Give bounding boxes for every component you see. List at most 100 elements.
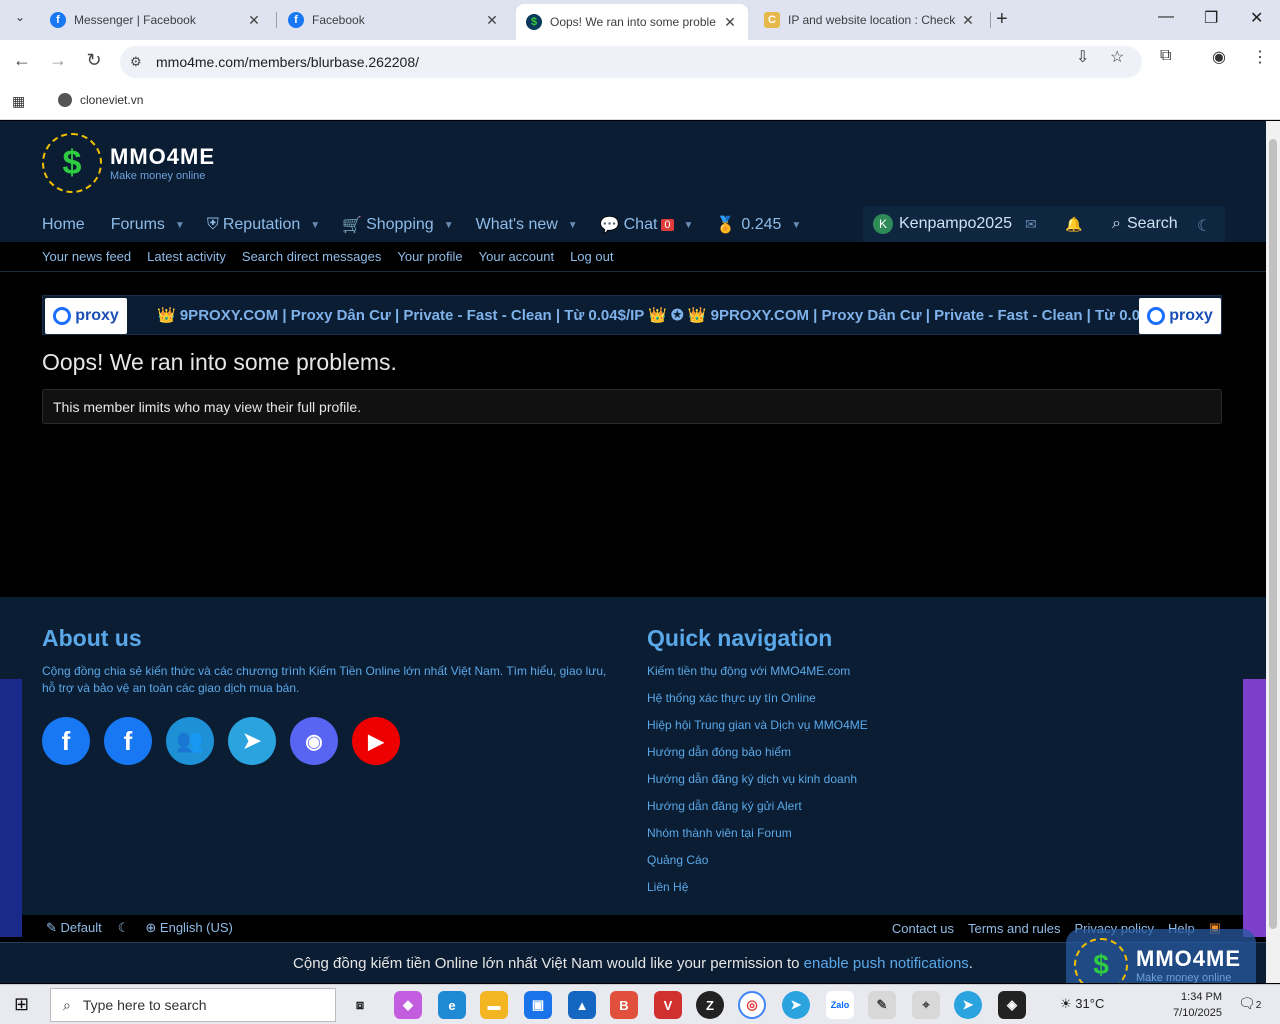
new-tab-icon[interactable]: + <box>996 8 1008 31</box>
caret-down-icon[interactable]: ▼ <box>568 220 578 231</box>
caret-down-icon[interactable]: ▼ <box>310 220 320 231</box>
apps-grid-icon[interactable]: ▦ <box>12 93 25 110</box>
quick-link[interactable]: Hướng dẫn đăng ký dịch vụ kinh doanh <box>647 772 868 799</box>
back-icon[interactable]: ← <box>10 50 34 71</box>
facebook-icon[interactable]: f <box>42 717 90 765</box>
quick-link[interactable]: Liên Hệ <box>647 880 868 907</box>
avatar[interactable]: K <box>873 214 893 234</box>
windows-start-icon[interactable]: ⊞ <box>14 994 29 1015</box>
app-icon[interactable]: B <box>610 991 638 1019</box>
youtube-icon[interactable]: ▶ <box>352 717 400 765</box>
install-app-icon[interactable]: ⇩ <box>1076 47 1089 67</box>
moon-icon[interactable]: ☾ <box>118 920 130 936</box>
taskbar-search[interactable]: ⌕ Type here to search <box>50 988 336 1022</box>
style-chooser[interactable]: ✎ Default <box>46 920 102 936</box>
subnav-search-dms[interactable]: Search direct messages <box>242 249 381 264</box>
caret-down-icon[interactable]: ▼ <box>444 220 454 231</box>
close-tab-icon[interactable]: ✕ <box>960 12 976 29</box>
tab-facebook[interactable]: f Facebook ✕ <box>278 4 510 36</box>
username-link[interactable]: Kenpampo2025 <box>899 215 1012 233</box>
mouse-icon[interactable]: ⌖ <box>912 991 940 1019</box>
caret-down-icon[interactable]: ▼ <box>791 220 801 231</box>
chrome-icon[interactable]: ◎ <box>738 991 766 1019</box>
nav-balance[interactable]: 🏅 0.245 ▼ <box>715 215 801 235</box>
menu-icon[interactable]: ⋮ <box>1252 47 1268 67</box>
nav-home[interactable]: Home <box>42 216 85 234</box>
site-logo[interactable]: $ MMO4ME Make money online <box>42 133 215 193</box>
edge-icon[interactable]: e <box>438 991 466 1019</box>
nav-label: Reputation <box>222 216 301 233</box>
app-icon[interactable]: V <box>654 991 682 1019</box>
subnav-your-profile[interactable]: Your profile <box>397 249 462 264</box>
bookmark-cloneviet[interactable]: cloneviet.vn <box>58 93 143 107</box>
tab-oops-active[interactable]: $ Oops! We ran into some proble ✕ <box>516 4 748 40</box>
quick-link[interactable]: Hệ thống xác thực uy tín Online <box>647 691 868 718</box>
nav-reputation[interactable]: ⛨ Reputation ▼ <box>207 216 320 234</box>
scroll-thumb[interactable] <box>1269 139 1277 929</box>
contact-link[interactable]: Contact us <box>892 921 954 936</box>
telegram-icon[interactable]: ➤ <box>954 991 982 1019</box>
file-explorer-icon[interactable]: ▬ <box>480 991 508 1019</box>
close-tab-icon[interactable]: ✕ <box>484 12 500 29</box>
bookmark-star-icon[interactable]: ☆ <box>1110 47 1124 67</box>
caret-down-icon[interactable]: ▼ <box>175 220 185 231</box>
app-icon[interactable]: ▲ <box>568 991 596 1019</box>
quick-link[interactable]: Kiếm tiền thụ động với MMO4ME.com <box>647 664 868 691</box>
address-bar[interactable]: ⚙ mmo4me.com/members/blurbase.262208/ <box>120 46 1142 78</box>
language-chooser[interactable]: ⊕ English (US) <box>145 920 233 936</box>
task-view-icon[interactable]: ⧈ <box>346 991 374 1019</box>
restore-icon[interactable]: ❐ <box>1204 8 1218 28</box>
close-tab-icon[interactable]: ✕ <box>722 14 738 31</box>
nav-shopping[interactable]: 🛒 Shopping ▼ <box>342 215 453 235</box>
bell-icon[interactable]: 🔔 <box>1065 216 1082 233</box>
tab-ip-location[interactable]: C IP and website location : Check ✕ <box>754 4 986 36</box>
close-tab-icon[interactable]: ✕ <box>246 12 262 29</box>
notification-center[interactable]: 🗨2 <box>1238 995 1261 1012</box>
forward-icon[interactable]: → <box>46 50 70 71</box>
facebook-page-icon[interactable]: f <box>104 717 152 765</box>
discord-icon[interactable]: ◉ <box>290 717 338 765</box>
zalo-z-icon[interactable]: Z <box>696 991 724 1019</box>
caret-down-icon[interactable]: ▼ <box>684 220 694 231</box>
nav-forums[interactable]: Forums ▼ <box>111 216 185 234</box>
search-button[interactable]: ⌕ Search <box>1112 215 1178 233</box>
quick-link[interactable]: Hiệp hội Trung gian và Dịch vụ MMO4ME <box>647 718 868 745</box>
telegram-icon[interactable]: ➤ <box>228 717 276 765</box>
dark-mode-moon-icon[interactable]: ☾ <box>1197 216 1211 236</box>
tab-messenger[interactable]: f Messenger | Facebook ✕ <box>40 4 272 36</box>
store-icon[interactable]: ▣ <box>524 991 552 1019</box>
roblox-icon[interactable]: ◈ <box>998 991 1026 1019</box>
quick-link[interactable]: Quảng Cáo <box>647 853 868 880</box>
tab-search-chevron-icon[interactable]: ⌄ <box>8 10 32 30</box>
copilot-icon[interactable]: ◆ <box>394 991 422 1019</box>
zalo-icon[interactable]: Zalo <box>826 991 854 1019</box>
subnav-news-feed[interactable]: Your news feed <box>42 249 131 264</box>
clock[interactable]: 1:34 PM 7/10/2025 <box>1166 989 1222 1021</box>
nav-whats-new[interactable]: What's new ▼ <box>476 216 578 234</box>
quick-link[interactable]: Nhóm thành viên tại Forum <box>647 826 868 853</box>
subnav-latest-activity[interactable]: Latest activity <box>147 249 226 264</box>
subnav-log-out[interactable]: Log out <box>570 249 613 264</box>
profile-icon[interactable]: ◉ <box>1212 47 1226 67</box>
nav-chat[interactable]: 💬 Chat 0 ▼ <box>600 215 694 235</box>
weather-widget[interactable]: ☀ 31°C <box>1060 996 1104 1012</box>
paint-icon[interactable]: ✎ <box>868 991 896 1019</box>
quick-link[interactable]: Hướng dẫn đăng ký gửi Alert <box>647 799 868 826</box>
enable-push-link[interactable]: enable push notifications <box>804 955 969 972</box>
side-ad-left[interactable] <box>0 679 22 937</box>
terms-link[interactable]: Terms and rules <box>968 921 1060 936</box>
minimize-icon[interactable]: — <box>1158 8 1174 26</box>
subnav-your-account[interactable]: Your account <box>479 249 554 264</box>
quick-link[interactable]: Hướng dẫn đóng bảo hiểm <box>647 745 868 772</box>
page-scrollbar[interactable] <box>1266 121 1280 983</box>
floating-logo-widget[interactable]: $ MMO4ME Make money online <box>1066 929 1256 983</box>
window-close-icon[interactable]: ✕ <box>1250 8 1263 28</box>
telegram-icon[interactable]: ➤ <box>782 991 810 1019</box>
inbox-icon[interactable]: ✉ <box>1025 216 1037 233</box>
group-icon[interactable]: 👥 <box>166 717 214 765</box>
reload-icon[interactable]: ↻ <box>82 50 106 71</box>
side-ad-right[interactable] <box>1243 679 1266 937</box>
proxy-ad-banner[interactable]: proxy 👑 9PROXY.COM | Proxy Dân Cư | Priv… <box>42 295 1222 335</box>
site-info-icon[interactable]: ⚙ <box>130 54 142 70</box>
extensions-icon[interactable]: ⧉ <box>1160 47 1171 65</box>
